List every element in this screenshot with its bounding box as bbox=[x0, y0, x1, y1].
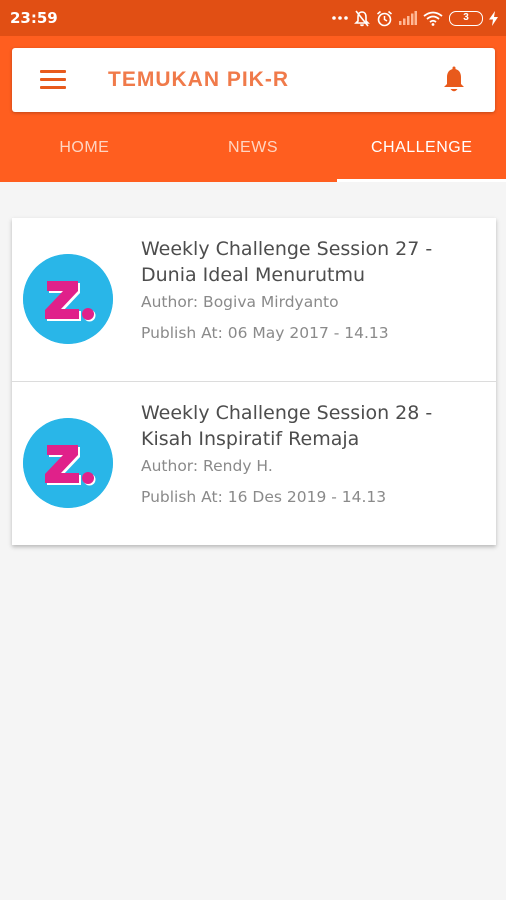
status-time: 23:59 bbox=[10, 9, 58, 27]
status-bar: 23:59 3 bbox=[0, 0, 506, 36]
tab-news[interactable]: NEWS bbox=[169, 126, 338, 182]
toolbar-card: TEMUKAN PIK-R bbox=[12, 48, 495, 112]
challenge-author: Author: Bogiva Mirdyanto bbox=[141, 293, 339, 311]
challenge-title: Weekly Challenge Session 27 - Dunia Idea… bbox=[141, 238, 433, 286]
signal-icon bbox=[399, 11, 417, 25]
battery-icon: 3 bbox=[449, 10, 483, 26]
tab-bar: HOME NEWS CHALLENGE bbox=[0, 126, 506, 182]
wifi-icon bbox=[423, 11, 443, 26]
challenge-list: Weekly Challenge Session 27 - Dunia Idea… bbox=[12, 218, 496, 545]
logo-icon bbox=[23, 254, 113, 344]
app-bar: TEMUKAN PIK-R HOME NEWS CHALLENGE bbox=[0, 36, 506, 182]
challenge-publish-date: Publish At: 16 Des 2019 - 14.13 bbox=[141, 488, 387, 506]
notifications-off-icon bbox=[354, 10, 370, 26]
menu-icon[interactable] bbox=[40, 70, 66, 90]
challenge-publish-date: Publish At: 06 May 2017 - 14.13 bbox=[141, 324, 389, 342]
logo-icon bbox=[23, 418, 113, 508]
tab-home[interactable]: HOME bbox=[0, 126, 169, 182]
bell-icon[interactable] bbox=[441, 66, 467, 94]
more-dots-icon bbox=[332, 16, 348, 20]
list-item[interactable]: Weekly Challenge Session 28 - Kisah Insp… bbox=[12, 382, 496, 545]
challenge-author: Author: Rendy H. bbox=[141, 457, 273, 475]
tab-challenge[interactable]: CHALLENGE bbox=[337, 126, 506, 182]
list-item[interactable]: Weekly Challenge Session 27 - Dunia Idea… bbox=[12, 218, 496, 382]
charging-icon bbox=[489, 10, 498, 26]
status-icons: 3 bbox=[332, 8, 498, 28]
page-title: TEMUKAN PIK-R bbox=[108, 68, 289, 91]
alarm-icon bbox=[376, 10, 393, 26]
challenge-title: Weekly Challenge Session 28 - Kisah Insp… bbox=[141, 402, 433, 450]
